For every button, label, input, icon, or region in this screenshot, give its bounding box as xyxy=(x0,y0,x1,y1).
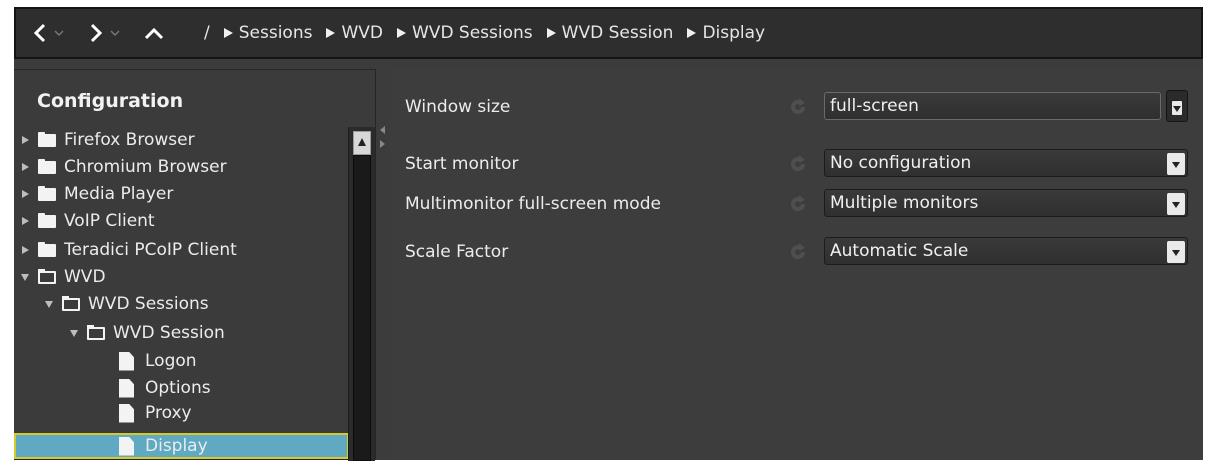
expand-arrow-icon[interactable] xyxy=(20,246,30,254)
tree-item-wvd-sessions[interactable]: WVD Sessions xyxy=(44,291,209,317)
breadcrumb-item-sessions[interactable]: Sessions xyxy=(223,23,312,43)
property-start-monitor: Start monitor No configuration xyxy=(390,147,1203,183)
collapse-arrow-icon[interactable] xyxy=(20,273,30,281)
up-button[interactable] xyxy=(144,9,164,57)
folder-icon xyxy=(38,185,56,201)
document-icon xyxy=(119,378,134,398)
scrollbar-thumb[interactable] xyxy=(353,155,371,461)
back-button[interactable] xyxy=(32,9,64,57)
chevron-up-icon xyxy=(144,27,164,40)
chevron-down-icon xyxy=(110,30,120,37)
folder-open-icon xyxy=(87,324,105,340)
tree-item-firefox-browser[interactable]: Firefox Browser xyxy=(20,127,195,153)
tree-item-display[interactable]: Display xyxy=(14,433,349,459)
panel-splitter[interactable] xyxy=(378,69,388,460)
folder-open-icon xyxy=(62,295,80,311)
tree-item-proxy[interactable]: Proxy xyxy=(119,400,192,426)
property-label: Window size xyxy=(405,97,511,117)
chevron-down-icon xyxy=(54,30,64,37)
triangle-right-icon xyxy=(687,28,697,38)
triangle-right-icon xyxy=(397,28,406,38)
scale-factor-select[interactable]: Automatic Scale xyxy=(824,237,1188,265)
breadcrumb-item-wvd[interactable]: WVD xyxy=(326,23,383,43)
triangle-right-icon xyxy=(326,28,336,38)
chevron-right-icon xyxy=(90,23,103,43)
folder-open-icon xyxy=(38,268,56,284)
property-label: Start monitor xyxy=(405,154,519,174)
expand-arrow-icon[interactable] xyxy=(20,136,30,144)
chevron-down-icon xyxy=(1172,101,1182,115)
property-scale-factor: Scale Factor Automatic Scale xyxy=(390,235,1203,271)
tree-item-wvd[interactable]: WVD xyxy=(20,264,106,290)
property-multimonitor-mode: Multimonitor full-screen mode Multiple m… xyxy=(390,187,1203,223)
document-icon xyxy=(119,403,134,423)
folder-icon xyxy=(38,241,56,257)
expand-right-icon[interactable] xyxy=(380,140,385,148)
tree-item-chromium-browser[interactable]: Chromium Browser xyxy=(20,154,227,180)
start-monitor-select[interactable]: No configuration xyxy=(824,149,1188,177)
reset-icon[interactable] xyxy=(788,97,808,117)
chevron-left-icon xyxy=(33,23,46,43)
app-window: / Sessions WVD WVD Sessions WVD Session … xyxy=(14,7,1203,461)
tree-item-options[interactable]: Options xyxy=(119,375,211,401)
multimonitor-mode-select[interactable]: Multiple monitors xyxy=(824,189,1188,217)
chevron-down-icon xyxy=(1167,241,1185,263)
reset-icon[interactable] xyxy=(788,242,808,262)
tree-item-media-player[interactable]: Media Player xyxy=(20,181,173,207)
breadcrumb-root[interactable]: / xyxy=(204,23,210,43)
property-label: Multimonitor full-screen mode xyxy=(405,194,661,214)
expand-arrow-icon[interactable] xyxy=(20,163,30,171)
breadcrumb-item-display[interactable]: Display xyxy=(687,23,765,43)
configuration-panel: Configuration Firefox Browser Chromium B… xyxy=(14,69,376,461)
chevron-down-icon xyxy=(1167,153,1185,175)
expand-arrow-icon[interactable] xyxy=(20,217,30,225)
breadcrumb-item-wvd-sessions[interactable]: WVD Sessions xyxy=(397,23,533,43)
folder-icon xyxy=(38,158,56,174)
document-icon xyxy=(119,351,134,371)
forward-button[interactable] xyxy=(88,9,120,57)
tree-item-teradici-pcoip-client[interactable]: Teradici PCoIP Client xyxy=(20,237,237,263)
tree-item-logon[interactable]: Logon xyxy=(119,348,197,374)
document-icon xyxy=(119,436,134,456)
breadcrumb-item-wvd-session[interactable]: WVD Session xyxy=(546,23,673,43)
property-window-size: Window size full-screen xyxy=(390,90,1203,126)
triangle-right-icon xyxy=(546,28,556,38)
properties-panel: Window size full-screen Start monitor No… xyxy=(390,69,1203,460)
collapse-left-icon[interactable] xyxy=(380,126,385,134)
collapse-arrow-icon[interactable] xyxy=(69,329,79,337)
chevron-down-icon xyxy=(1167,193,1185,215)
scroll-up-button[interactable] xyxy=(353,131,371,155)
folder-icon xyxy=(38,212,56,228)
collapse-arrow-icon[interactable] xyxy=(44,300,54,308)
triangle-right-icon xyxy=(223,28,233,38)
tree-scrollbar[interactable] xyxy=(348,127,375,461)
folder-icon xyxy=(38,131,56,147)
expand-arrow-icon[interactable] xyxy=(20,190,30,198)
panel-title: Configuration xyxy=(37,90,184,112)
reset-icon[interactable] xyxy=(788,154,808,174)
property-label: Scale Factor xyxy=(405,242,509,262)
reset-icon[interactable] xyxy=(788,194,808,214)
navigation-bar: / Sessions WVD WVD Sessions WVD Session … xyxy=(14,7,1203,59)
tree-item-wvd-session[interactable]: WVD Session xyxy=(69,320,225,346)
window-size-select[interactable]: full-screen xyxy=(824,92,1161,120)
tree-item-voip-client[interactable]: VoIP Client xyxy=(20,208,155,234)
